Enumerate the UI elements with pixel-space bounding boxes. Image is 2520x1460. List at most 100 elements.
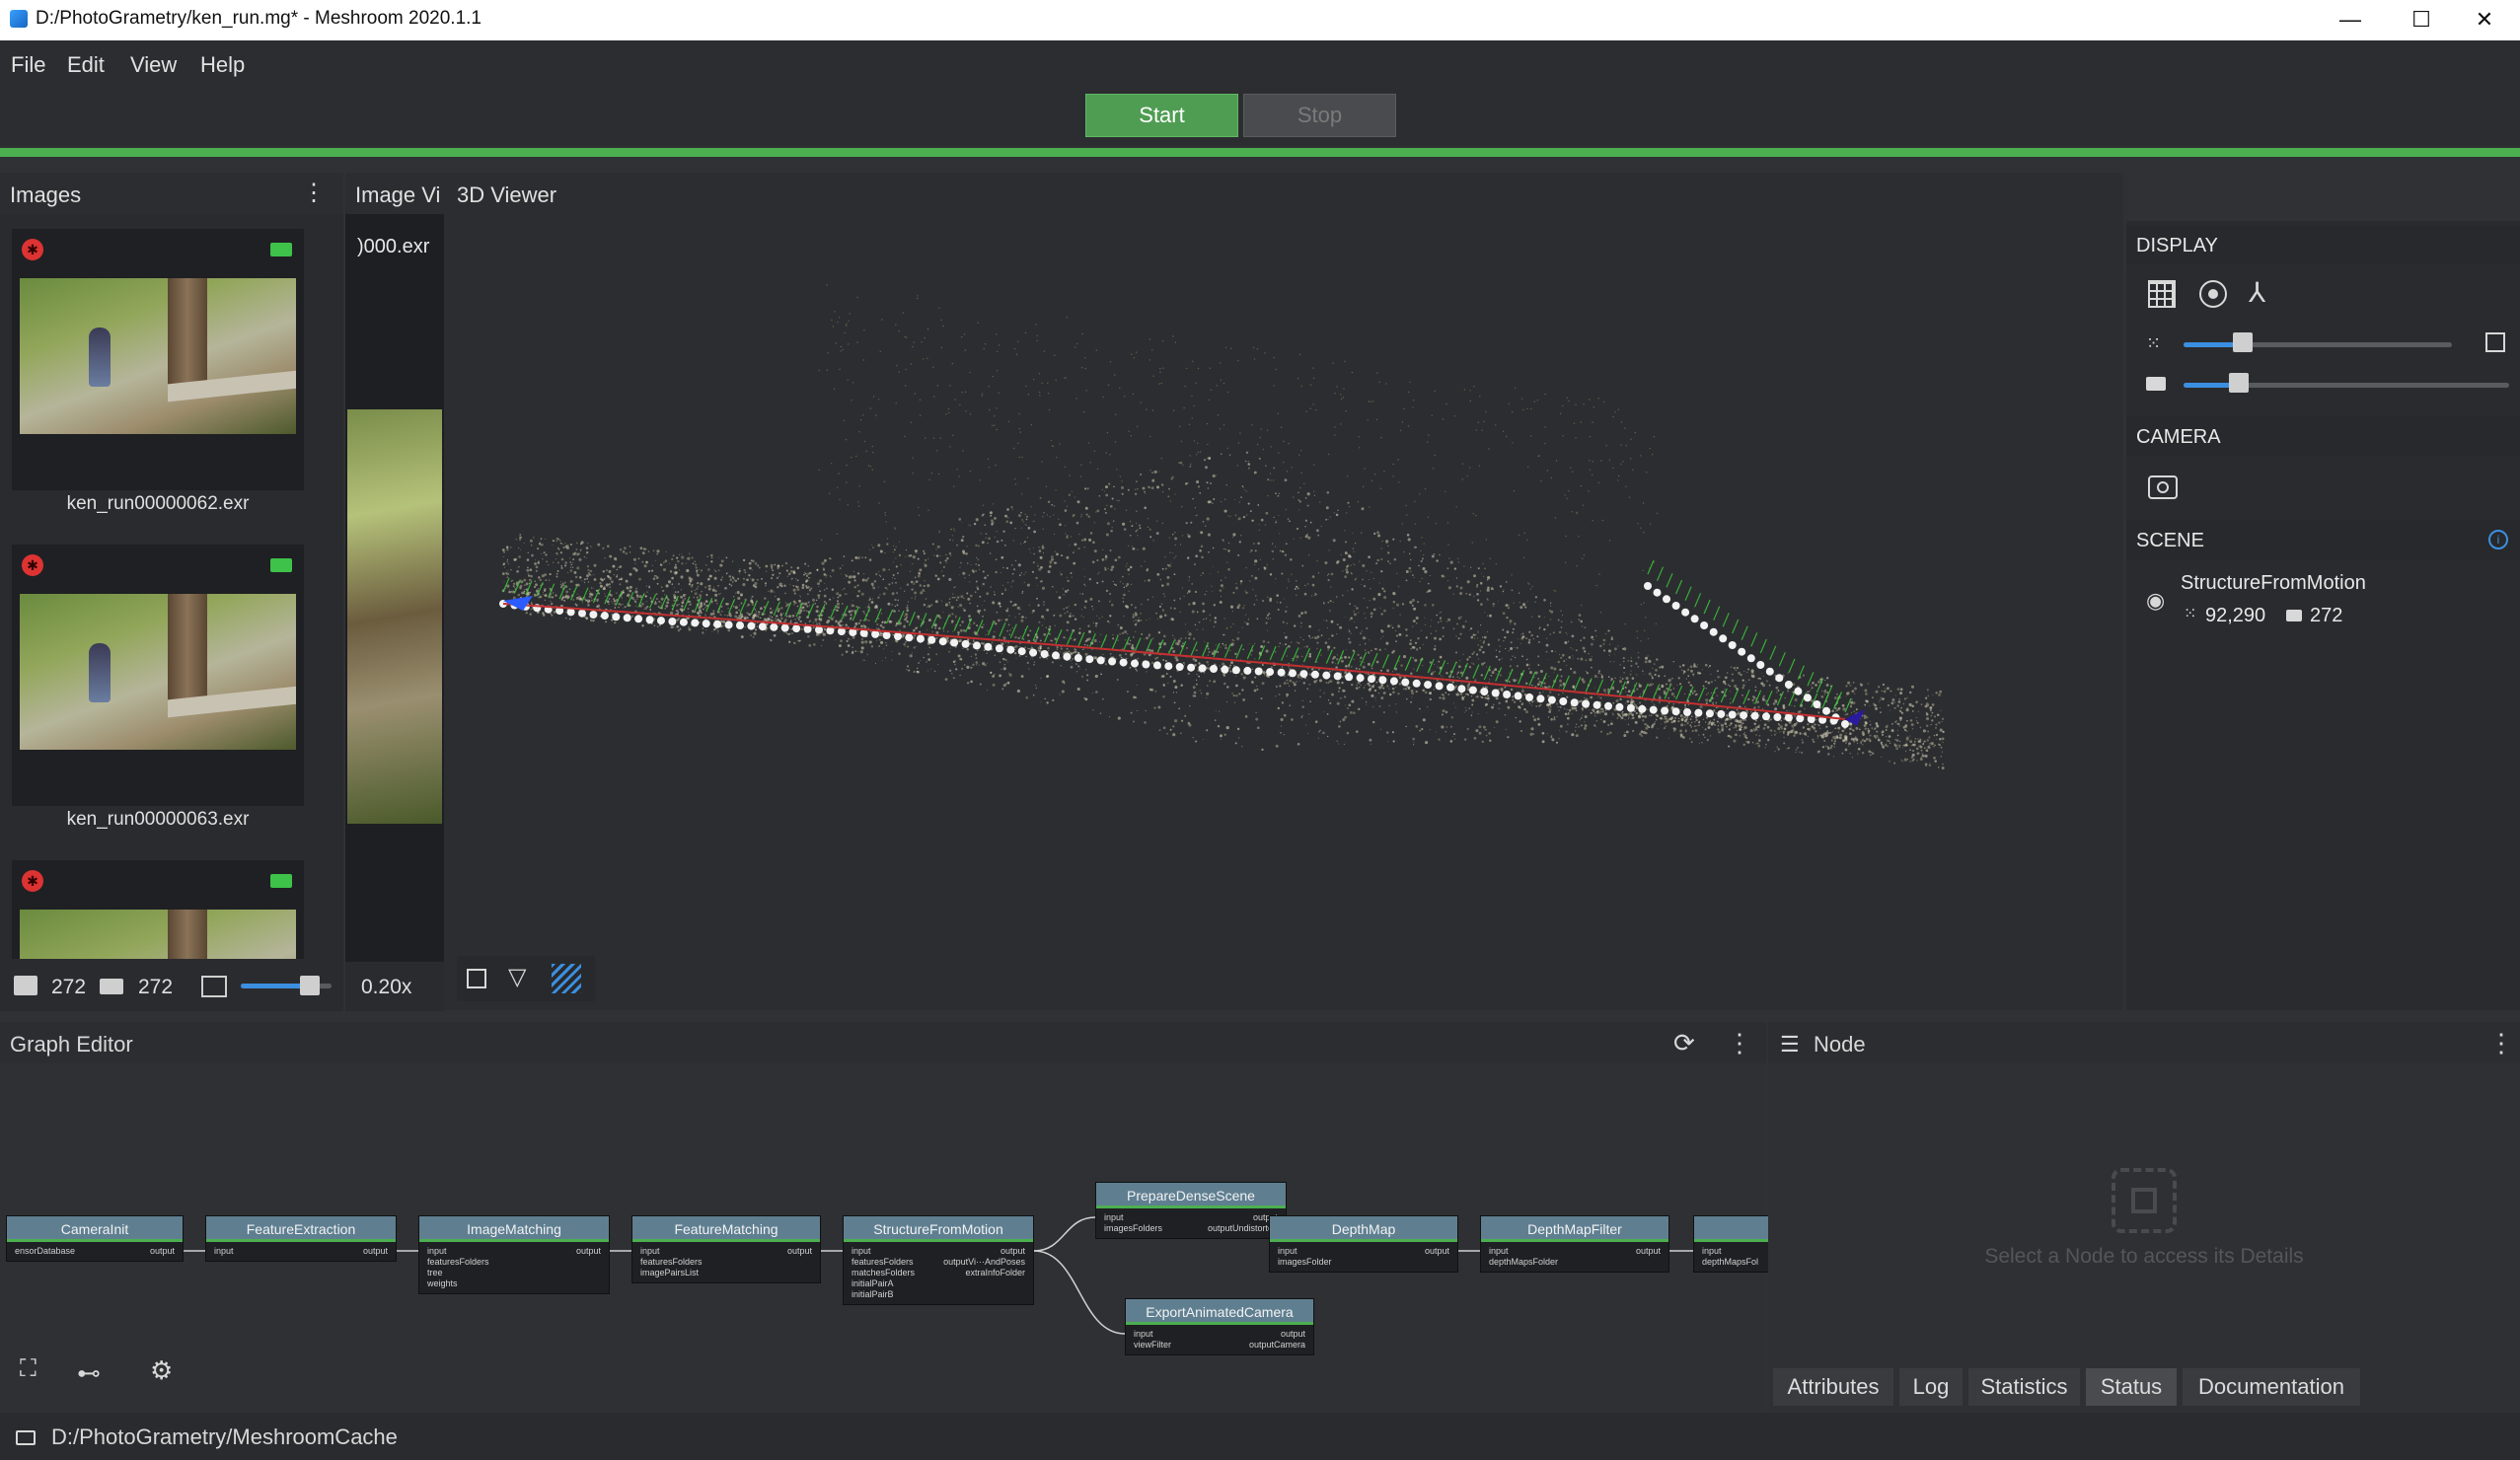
output-port[interactable]: outputCamera [1249, 1340, 1305, 1350]
refresh-icon[interactable]: ⟳ [1673, 1028, 1695, 1058]
graph-node[interactable]: CameraInit ensorDatabase output [6, 1215, 184, 1262]
tab-documentation[interactable]: Documentation [2183, 1368, 2360, 1406]
camera-count: 272 [138, 976, 174, 998]
thumbnail-size-slider-handle[interactable] [300, 976, 320, 995]
input-port[interactable]: initialPairA [852, 1278, 894, 1288]
menu-file[interactable]: File [11, 52, 45, 78]
output-port[interactable]: output [150, 1246, 175, 1256]
more-vertical-icon[interactable]: ⋮ [1727, 1028, 1752, 1058]
display-header: DISPLAY [2136, 235, 2218, 256]
more-vertical-icon[interactable]: ⋮ [2488, 1028, 2514, 1058]
tab-attributes[interactable]: Attributes [1773, 1368, 1893, 1406]
graph-node-title: PrepareDenseScene [1096, 1183, 1286, 1208]
fit-view-icon[interactable]: ⛶ [20, 1355, 45, 1382]
image-thumbnail[interactable]: ✱ [12, 229, 304, 490]
gizmo-circle-icon[interactable] [2199, 280, 2227, 308]
graph-node[interactable]: StructureFromMotion input featuresFolders m… [843, 1215, 1034, 1305]
graph-node[interactable]: DepthMapFilter input depthMapsFolder output [1480, 1215, 1669, 1273]
input-port[interactable]: input [1702, 1246, 1722, 1256]
input-port[interactable]: tree [427, 1268, 443, 1278]
filter-triangle-icon[interactable]: ▽ [508, 963, 526, 991]
image-thumbnail[interactable]: ✱ [12, 545, 304, 806]
folder-icon[interactable] [16, 1430, 36, 1445]
zoom-level[interactable]: 0.20x [361, 976, 411, 999]
settings-gear-icon[interactable]: ⚙ [150, 1355, 173, 1386]
graph-canvas[interactable]: CameraInit ensorDatabase output FeatureExtr… [0, 1065, 1772, 1411]
graph-node[interactable]: FeatureExtraction input output [205, 1215, 397, 1262]
scene-item-name[interactable]: StructureFromMotion [2181, 572, 2366, 595]
more-vertical-icon[interactable]: ⋮ [302, 182, 326, 205]
progress-bar [0, 148, 2520, 157]
graph-node[interactable]: PrepareDenseScene input imagesFolders outpu… [1095, 1182, 1287, 1239]
texture-hatch-icon[interactable] [552, 964, 581, 993]
axis-icon[interactable]: ⅄ [2249, 276, 2265, 309]
input-port[interactable]: imagesFolder [1278, 1257, 1332, 1267]
visibility-eye-icon[interactable]: ◉ [2146, 588, 2165, 614]
maximize-button[interactable]: ☐ [2386, 0, 2457, 40]
input-port[interactable]: input [852, 1246, 871, 1256]
input-port[interactable]: featuresFolders [427, 1257, 489, 1267]
fixed-point-size-icon[interactable] [2485, 332, 2505, 352]
image-viewer-filename: )000.exr [357, 236, 430, 257]
graph-node[interactable]: ImageMatching input featuresFolders tree wei… [418, 1215, 610, 1294]
output-port[interactable]: outputUndistorted [1208, 1223, 1278, 1233]
menu-edit[interactable]: Edit [67, 52, 105, 78]
output-port[interactable]: outputVi···AndPoses [943, 1257, 1025, 1267]
close-button[interactable]: ✕ [2449, 0, 2520, 40]
input-port[interactable]: featuresFolders [852, 1257, 914, 1267]
tab-status[interactable]: Status [2086, 1368, 2177, 1406]
graph-node[interactable]: ExportAnimatedCamera input viewFilter outpu… [1125, 1298, 1314, 1355]
output-port[interactable]: output [787, 1246, 812, 1256]
output-port[interactable]: output [1001, 1246, 1025, 1256]
graph-node[interactable]: input depthMapsFol [1693, 1215, 1772, 1273]
output-port[interactable]: output [363, 1246, 388, 1256]
input-port[interactable]: viewFilter [1134, 1340, 1171, 1350]
auto-layout-icon[interactable]: ⊷ [77, 1359, 101, 1388]
graph-node-title: CameraInit [7, 1216, 183, 1242]
output-port[interactable]: output [576, 1246, 601, 1256]
output-port[interactable]: output [1425, 1246, 1449, 1256]
tab-log[interactable]: Log [1899, 1368, 1963, 1406]
image-thumbnail[interactable]: ✱ [12, 860, 304, 959]
input-port[interactable]: initialPairB [852, 1289, 894, 1299]
input-port[interactable]: input [214, 1246, 234, 1256]
input-port[interactable]: featuresFolders [640, 1257, 703, 1267]
input-port[interactable]: weights [427, 1278, 458, 1288]
output-port[interactable]: extraInfoFolder [965, 1268, 1025, 1278]
info-icon[interactable]: i [2488, 530, 2508, 549]
display-side-panel: DISPLAY ⅄ ⁙ CAMERA SCENE i ◉ StructureFr… [2126, 221, 2520, 1010]
input-port[interactable]: ensorDatabase [15, 1246, 75, 1256]
node-placeholder-text: Select a Node to access its Details [1984, 1245, 2304, 1268]
input-port[interactable]: input [1104, 1212, 1124, 1222]
input-port[interactable]: depthMapsFolder [1489, 1257, 1558, 1267]
bounding-box-icon[interactable] [467, 969, 486, 988]
start-button[interactable]: Start [1085, 94, 1238, 137]
image-filter-icon[interactable] [201, 976, 227, 997]
input-port[interactable]: imagesFolders [1104, 1223, 1162, 1233]
input-port[interactable]: input [427, 1246, 447, 1256]
input-port[interactable]: input [1134, 1329, 1153, 1339]
menu-view[interactable]: View [130, 52, 177, 78]
stop-button[interactable]: Stop [1243, 94, 1396, 137]
input-port[interactable]: imagePairsList [640, 1268, 699, 1278]
menu-help[interactable]: Help [200, 52, 245, 78]
viewer3d-canvas[interactable]: ▽ [444, 221, 2123, 1010]
input-port[interactable]: input [1489, 1246, 1509, 1256]
graph-node[interactable]: DepthMap input imagesFolder output [1269, 1215, 1458, 1273]
input-port[interactable]: depthMapsFol [1702, 1257, 1758, 1267]
minimize-button[interactable]: — [2315, 0, 2386, 40]
image-viewer-tab[interactable]: Image Vi [355, 182, 440, 208]
input-port[interactable]: input [1278, 1246, 1297, 1256]
input-port[interactable]: matchesFolders [852, 1268, 915, 1278]
tab-statistics[interactable]: Statistics [1968, 1368, 2080, 1406]
camera-scale-slider-handle[interactable] [2229, 373, 2250, 393]
graph-node[interactable]: FeatureMatching input featuresFolders image… [631, 1215, 821, 1283]
output-port[interactable]: output [1281, 1329, 1305, 1339]
point-size-slider-handle[interactable] [2232, 332, 2253, 352]
cache-path[interactable]: D:/PhotoGrametry/MeshroomCache [51, 1424, 398, 1450]
output-port[interactable]: output [1636, 1246, 1661, 1256]
grid-icon[interactable] [2148, 280, 2176, 308]
viewer3d-tab[interactable]: 3D Viewer [457, 182, 556, 208]
input-port[interactable]: input [640, 1246, 660, 1256]
camera-snapshot-icon[interactable] [2148, 475, 2178, 499]
